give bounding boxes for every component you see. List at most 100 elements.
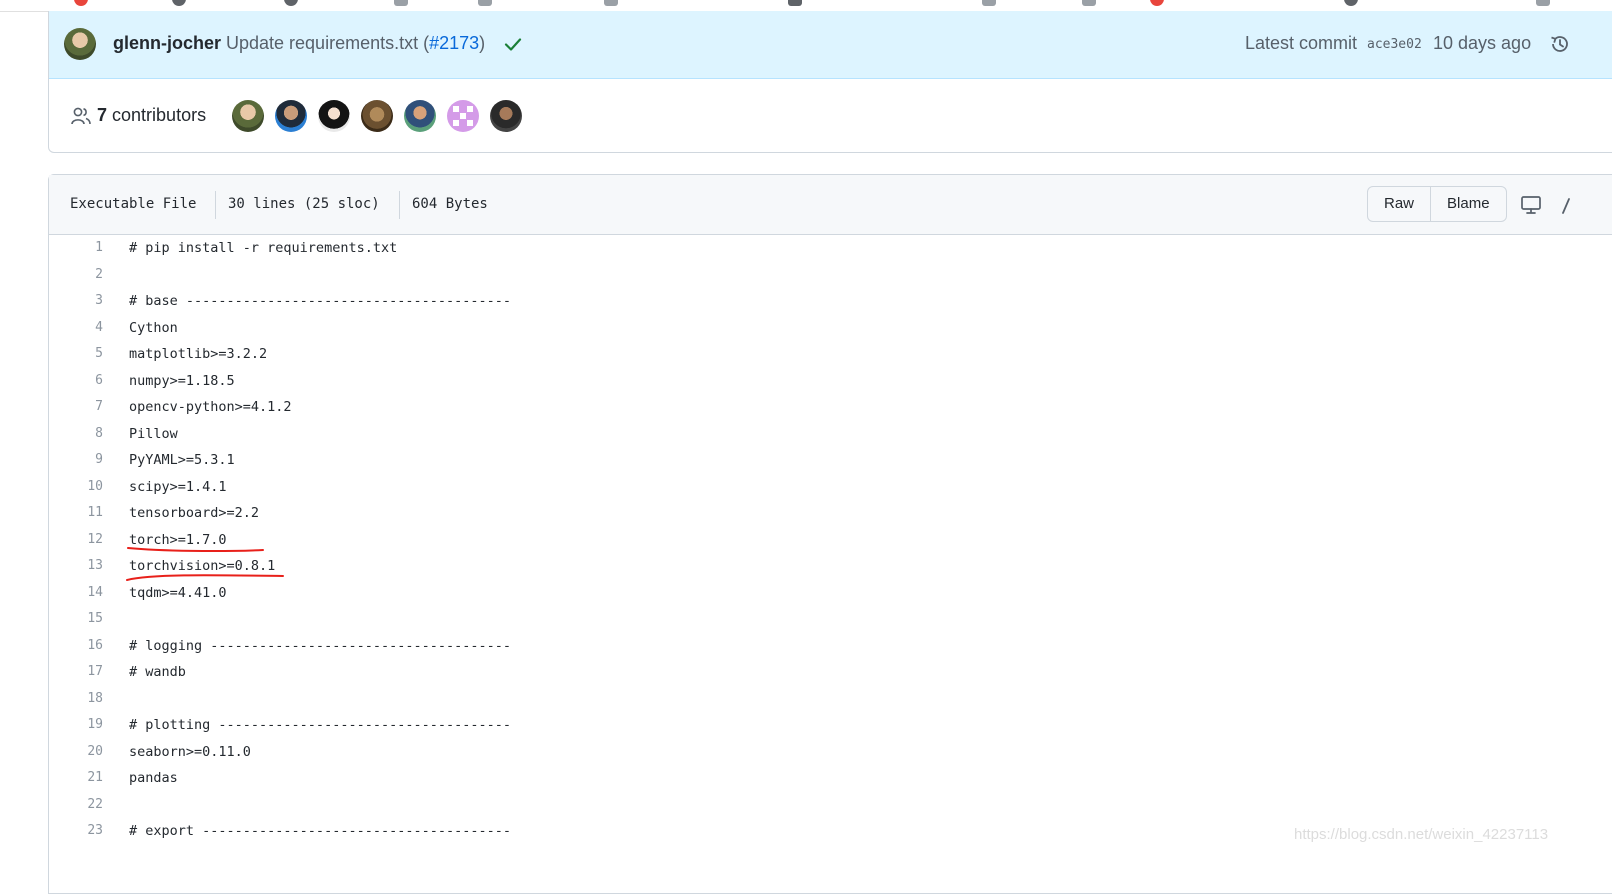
line-number[interactable]: 22: [49, 792, 103, 819]
raw-button[interactable]: Raw: [1368, 187, 1430, 221]
line-content: tqdm>=4.41.0: [129, 584, 227, 601]
commit-age: 10 days ago: [1433, 33, 1532, 53]
code-line: 10 scipy>=1.4.1: [49, 474, 1612, 501]
code-line: 18: [49, 686, 1612, 713]
commit-message[interactable]: Update requirements.txt (#2173): [226, 33, 485, 54]
bookmark-icon[interactable]: [982, 0, 996, 6]
pencil-icon[interactable]: [1561, 197, 1571, 215]
file-viewer: Executable File 30 lines (25 sloc) 604 B…: [48, 174, 1612, 894]
line-content: matplotlib>=3.2.2: [129, 346, 268, 362]
code-line: 17 # wandb: [49, 659, 1612, 686]
line-number[interactable]: 1: [49, 235, 103, 262]
line-number[interactable]: 9: [49, 447, 103, 474]
line-number[interactable]: 17: [49, 659, 103, 686]
code-line: 3 # base --------------------------------…: [49, 288, 1612, 315]
watermark: https://blog.csdn.net/weixin_42237113: [1294, 826, 1549, 843]
line-number[interactable]: 3: [49, 288, 103, 315]
code-line: 21 pandas: [49, 765, 1612, 792]
file-mode: Executable File: [70, 196, 197, 212]
line-number[interactable]: 19: [49, 712, 103, 739]
contributor-avatar[interactable]: [275, 100, 307, 132]
code-line: 22: [49, 792, 1612, 819]
code-line: 20 seaborn>=0.11.0: [49, 739, 1612, 766]
line-number[interactable]: 11: [49, 500, 103, 527]
contributors-count: 7: [97, 105, 108, 125]
divider: [399, 191, 400, 219]
commit-header: glenn-jocher Update requirements.txt (#2…: [49, 11, 1612, 79]
bookmark-icon[interactable]: [788, 0, 802, 6]
line-number[interactable]: 2: [49, 262, 103, 289]
line-content: # pip install -r requirements.txt: [129, 240, 398, 256]
line-number[interactable]: 15: [49, 606, 103, 633]
line-number[interactable]: 7: [49, 394, 103, 421]
pull-request-link[interactable]: #2173: [429, 33, 479, 53]
contributor-avatar[interactable]: [318, 100, 350, 132]
line-content: pandas: [129, 770, 178, 786]
line-content: torchvision>=0.8.1: [129, 558, 276, 574]
line-content: # wandb: [129, 664, 186, 680]
line-number[interactable]: 23: [49, 818, 103, 845]
bookmark-icon[interactable]: [1536, 0, 1550, 6]
line-number[interactable]: 12: [49, 527, 103, 554]
bookmark-icon[interactable]: [1150, 0, 1164, 6]
line-content: torch>=1.7.0: [129, 531, 227, 548]
line-content: tensorboard>=2.2: [129, 505, 260, 521]
desktop-icon[interactable]: [1520, 195, 1542, 215]
file-header: Executable File 30 lines (25 sloc) 604 B…: [49, 175, 1612, 235]
line-number[interactable]: 5: [49, 341, 103, 368]
contributor-avatar[interactable]: [232, 100, 264, 132]
people-icon: [71, 107, 91, 125]
commit-author-link[interactable]: glenn-jocher: [113, 33, 221, 54]
commit-message-text[interactable]: Update requirements.txt (: [226, 33, 429, 53]
code-line: 1 # pip install -r requirements.txt: [49, 235, 1612, 262]
file-size: 604 Bytes: [412, 196, 488, 212]
code-line: 14 tqdm>=4.41.0: [49, 580, 1612, 607]
bookmark-icon[interactable]: [478, 0, 492, 6]
history-icon[interactable]: [1549, 33, 1571, 55]
bookmark-icon[interactable]: [1082, 0, 1096, 6]
bookmark-icon[interactable]: [394, 0, 408, 6]
code-line: 5 matplotlib>=3.2.2: [49, 341, 1612, 368]
code-line: 15: [49, 606, 1612, 633]
commit-message-suffix: ): [479, 33, 486, 53]
bookmark-icon[interactable]: [604, 0, 618, 6]
code-line: 2: [49, 262, 1612, 289]
contributor-avatar[interactable]: [490, 100, 522, 132]
line-number[interactable]: 6: [49, 368, 103, 395]
code-line: 4 Cython: [49, 315, 1612, 342]
contributors-row: 7 contributors: [49, 79, 1612, 153]
commit-sha-link[interactable]: ace3e02: [1367, 37, 1422, 52]
line-number[interactable]: 16: [49, 633, 103, 660]
code-line: 11 tensorboard>=2.2: [49, 500, 1612, 527]
bookmark-icon[interactable]: [74, 0, 88, 6]
contributor-avatar[interactable]: [404, 100, 436, 132]
code-line: 16 # logging ----------------------------…: [49, 633, 1612, 660]
author-avatar[interactable]: [64, 28, 96, 60]
line-number[interactable]: 21: [49, 765, 103, 792]
file-actions: Raw Blame: [1367, 186, 1507, 222]
latest-commit-label: Latest commit: [1245, 33, 1358, 53]
line-number[interactable]: 10: [49, 474, 103, 501]
code-line: 7 opencv-python>=4.1.2: [49, 394, 1612, 421]
code-line: 19 # plotting ---------------------------…: [49, 712, 1612, 739]
latest-commit-box: glenn-jocher Update requirements.txt (#2…: [48, 11, 1612, 153]
line-number[interactable]: 18: [49, 686, 103, 713]
bookmark-icon[interactable]: [284, 0, 298, 6]
line-number[interactable]: 13: [49, 553, 103, 580]
check-icon[interactable]: [503, 34, 523, 54]
code-line: 13 torchvision>=0.8.1: [49, 553, 1612, 580]
code-line: 12 torch>=1.7.0: [49, 527, 1612, 554]
line-number[interactable]: 20: [49, 739, 103, 766]
line-number[interactable]: 8: [49, 421, 103, 448]
bookmark-icon[interactable]: [172, 0, 186, 6]
line-content: Pillow: [129, 425, 178, 442]
line-number[interactable]: 14: [49, 580, 103, 607]
line-content: # plotting -----------------------------…: [129, 717, 512, 733]
contributors-link[interactable]: 7 contributors: [97, 105, 206, 126]
contributor-avatar[interactable]: [447, 100, 479, 132]
contributor-avatar[interactable]: [361, 100, 393, 132]
bookmark-icon[interactable]: [1344, 0, 1358, 6]
blame-button[interactable]: Blame: [1430, 187, 1506, 221]
line-number[interactable]: 4: [49, 315, 103, 342]
code-line: 9 PyYAML>=5.3.1: [49, 447, 1612, 474]
